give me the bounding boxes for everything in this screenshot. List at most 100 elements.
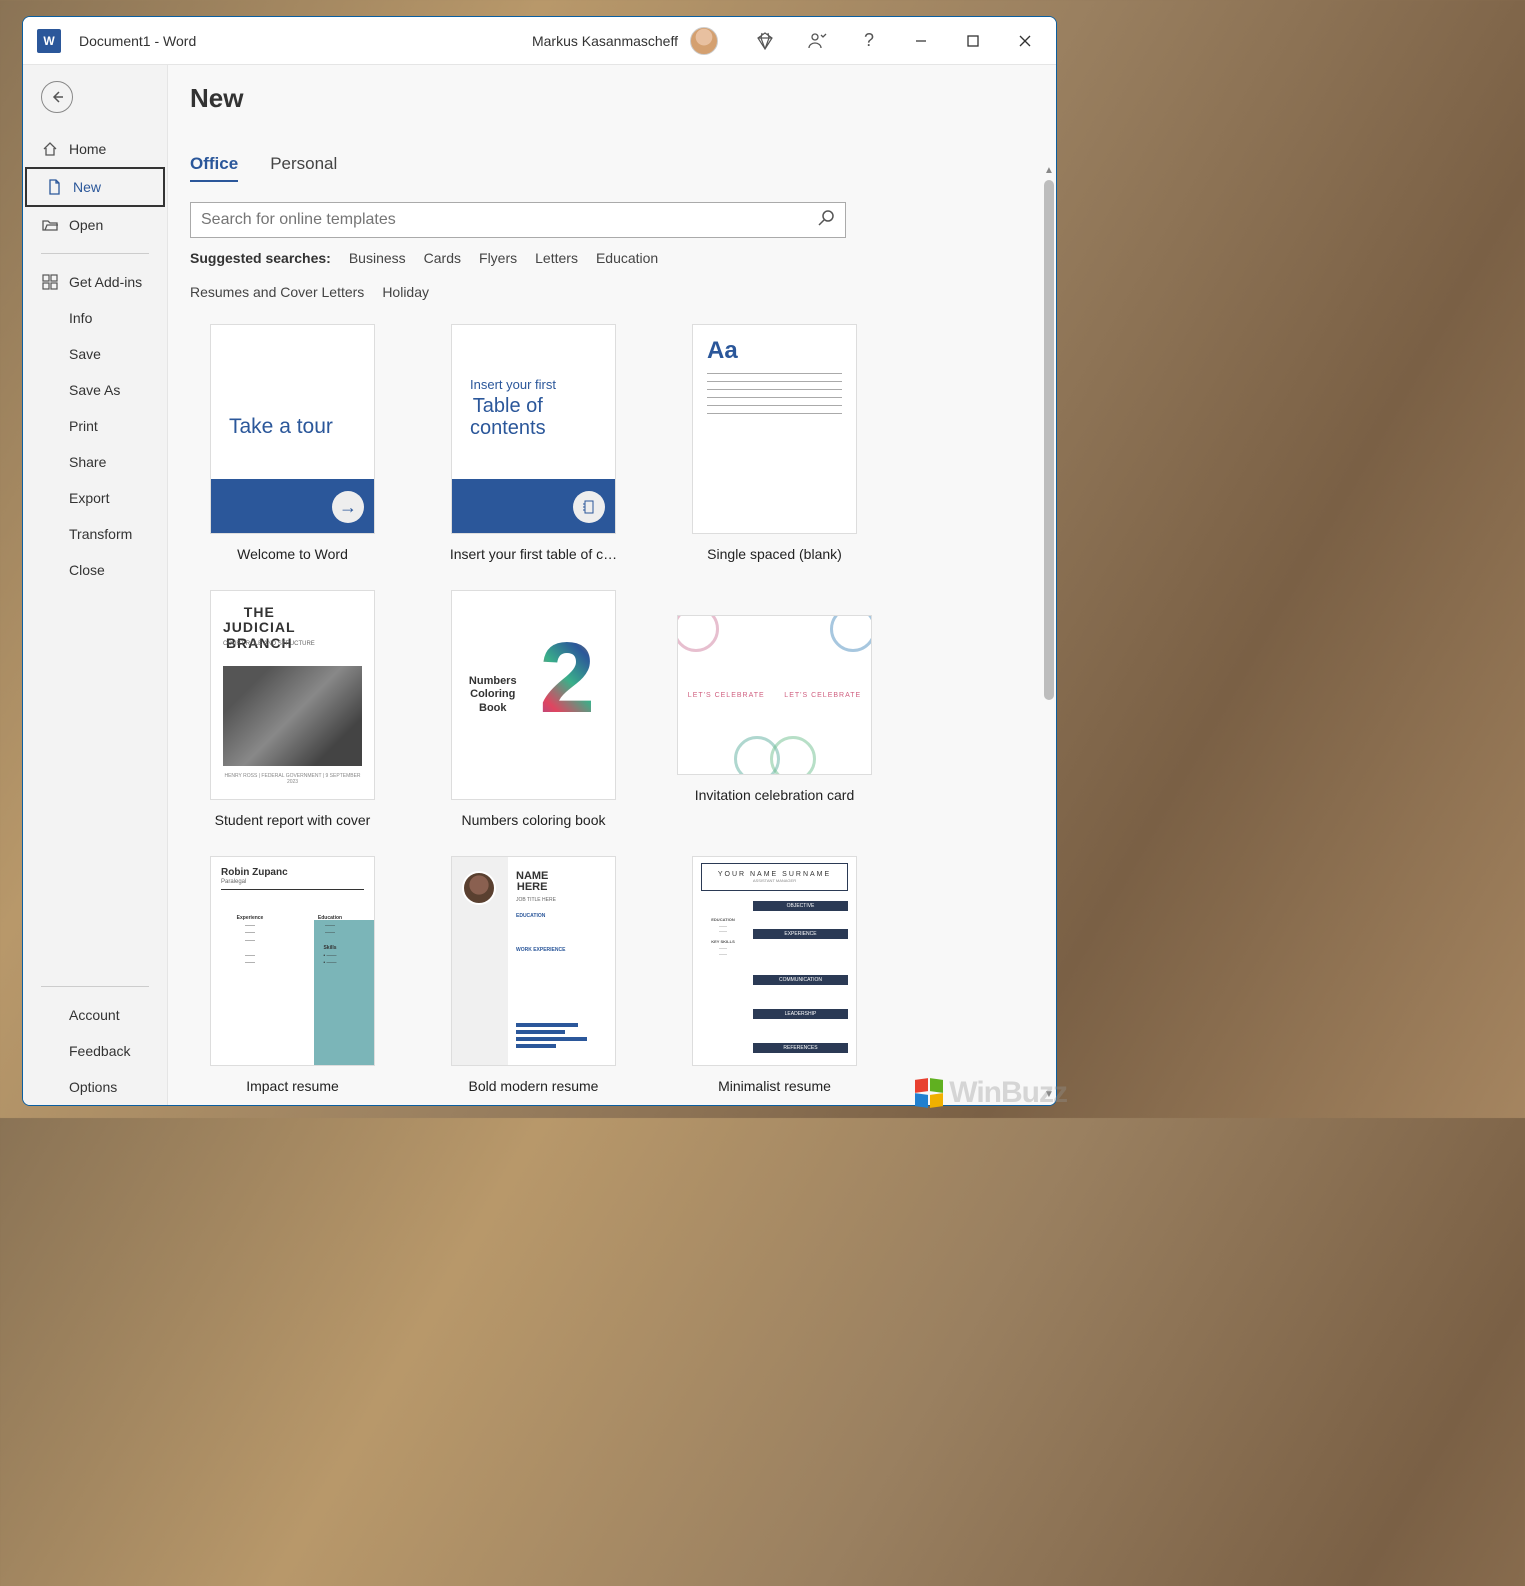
folder-icon: [41, 217, 59, 233]
template-label: Invitation celebration card: [672, 787, 877, 803]
suggested-link[interactable]: Business: [349, 250, 406, 266]
sidebar-item-open[interactable]: Open: [23, 207, 167, 243]
template-label: Minimalist resume: [672, 1078, 877, 1094]
sidebar-item-save-as[interactable]: Save As: [23, 372, 167, 408]
template-single-spaced-blank[interactable]: Aa Single spaced (blank): [672, 324, 877, 562]
sidebar-item-home[interactable]: Home: [23, 131, 167, 167]
titlebar: W Document1 - Word Markus Kasanmascheff …: [23, 17, 1056, 65]
minimize-button[interactable]: [898, 18, 944, 64]
avatar-icon: [462, 871, 496, 905]
template-label: Welcome to Word: [190, 546, 395, 562]
suggested-link[interactable]: Holiday: [382, 284, 429, 300]
template-thumbnail: Insert your first Table of contents: [451, 324, 616, 534]
sidebar-item-label: Get Add-ins: [69, 274, 142, 290]
template-bold-modern-resume[interactable]: NAME HERE JOB TITLE HERE EDUCATION WORK …: [431, 856, 636, 1094]
thumb-text: Take a tour: [229, 415, 333, 439]
sidebar-item-options[interactable]: Options: [23, 1069, 167, 1105]
tabs: Office Personal: [190, 154, 1036, 182]
suggested-link[interactable]: Cards: [424, 250, 461, 266]
watermark-icon: [915, 1079, 943, 1107]
document-title: Document1 - Word: [79, 33, 196, 49]
template-invitation-card[interactable]: LET'S CELEBRATE LET'S CELEBRATE Invitati…: [672, 590, 877, 828]
thumb-text: OBJECTIVE: [753, 901, 848, 911]
sidebar-item-feedback[interactable]: Feedback: [23, 1033, 167, 1069]
tab-personal[interactable]: Personal: [270, 154, 337, 182]
template-thumbnail: YOUR NAME SURNAME ASSISTANT MANAGER OBJE…: [692, 856, 857, 1066]
search-icon[interactable]: [817, 209, 835, 232]
close-button[interactable]: [1002, 18, 1048, 64]
user-avatar[interactable]: [690, 27, 718, 55]
sidebar-item-account[interactable]: Account: [23, 997, 167, 1033]
template-thumbnail: Robin Zupanc Paralegal Experience———————…: [210, 856, 375, 1066]
thumb-text: ASSISTANT MANAGER: [753, 878, 796, 883]
person-icon[interactable]: [794, 18, 840, 64]
template-welcome-to-word[interactable]: Take a tour → Welcome to Word: [190, 324, 395, 562]
template-thumbnail: THE JUDICIAL BRANCH COURT ROLE AND STRUC…: [210, 590, 375, 800]
sidebar-item-get-addins[interactable]: Get Add-ins: [23, 264, 167, 300]
thumb-text: Education————Skills• ——• ——: [301, 915, 359, 968]
addins-icon: [41, 274, 59, 290]
thumb-text: EDUCATION————KEY SKILLS————: [701, 917, 745, 956]
back-button[interactable]: [41, 81, 73, 113]
template-minimalist-resume[interactable]: YOUR NAME SURNAME ASSISTANT MANAGER OBJE…: [672, 856, 877, 1094]
word-logo-icon: W: [37, 29, 61, 53]
thumb-text: LEADERSHIP: [753, 1009, 848, 1019]
template-thumbnail: Aa: [692, 324, 857, 534]
thumb-text: Paralegal: [221, 879, 246, 885]
username-label[interactable]: Markus Kasanmascheff: [532, 33, 678, 49]
thumb-text: Robin Zupanc: [221, 867, 288, 878]
template-label: Single spaced (blank): [672, 546, 877, 562]
document-icon: [45, 179, 63, 195]
template-numbers-coloring[interactable]: Numbers Coloring Book 2 Numbers coloring…: [431, 590, 636, 828]
template-thumbnail: LET'S CELEBRATE LET'S CELEBRATE: [677, 615, 872, 775]
diamond-icon[interactable]: [742, 18, 788, 64]
sidebar-item-export[interactable]: Export: [23, 480, 167, 516]
sidebar-item-print[interactable]: Print: [23, 408, 167, 444]
scrollbar-thumb[interactable]: [1044, 180, 1054, 700]
sidebar-item-close[interactable]: Close: [23, 552, 167, 588]
search-box[interactable]: [190, 202, 846, 238]
template-label: Impact resume: [190, 1078, 395, 1094]
tab-office[interactable]: Office: [190, 154, 238, 182]
sidebar: Home New Open Get Add-ins: [23, 65, 168, 1105]
template-label: Insert your first table of c…: [431, 546, 636, 562]
watermark: WinBuzz: [915, 1076, 1067, 1110]
number-two-icon: 2: [539, 621, 595, 736]
sidebar-item-transform[interactable]: Transform: [23, 516, 167, 552]
arrow-right-icon: →: [332, 491, 364, 523]
sidebar-item-share[interactable]: Share: [23, 444, 167, 480]
suggested-link[interactable]: Resumes and Cover Letters: [190, 284, 364, 300]
template-grid: Take a tour → Welcome to Word Insert you…: [190, 324, 1036, 1094]
thumb-text: Aa: [707, 337, 738, 365]
suggested-label: Suggested searches:: [190, 250, 331, 266]
thumb-text: COMMUNICATION: [753, 975, 848, 985]
template-impact-resume[interactable]: Robin Zupanc Paralegal Experience———————…: [190, 856, 395, 1094]
scroll-up-icon[interactable]: ▲: [1044, 165, 1054, 177]
sidebar-item-new[interactable]: New: [25, 167, 165, 207]
sidebar-item-save[interactable]: Save: [23, 336, 167, 372]
home-icon: [41, 141, 59, 157]
sidebar-item-label: Home: [69, 141, 106, 157]
maximize-button[interactable]: [950, 18, 996, 64]
template-insert-toc[interactable]: Insert your first Table of contents Inse…: [431, 324, 636, 562]
suggested-link[interactable]: Letters: [535, 250, 578, 266]
divider: [41, 986, 149, 987]
template-student-report[interactable]: THE JUDICIAL BRANCH COURT ROLE AND STRUC…: [190, 590, 395, 828]
thumb-text: HENRY ROSS | FEDERAL GOVERNMENT | 9 SEPT…: [223, 773, 362, 785]
thumb-text: JOB TITLE HERE: [516, 897, 556, 903]
suggested-link[interactable]: Education: [596, 250, 658, 266]
help-icon[interactable]: ?: [846, 18, 892, 64]
search-input[interactable]: [201, 211, 817, 229]
suggested-link[interactable]: Flyers: [479, 250, 517, 266]
sidebar-item-info[interactable]: Info: [23, 300, 167, 336]
template-label: Bold modern resume: [431, 1078, 636, 1094]
thumb-text: EXPERIENCE: [753, 929, 848, 939]
thumb-text: Table of contents: [470, 395, 546, 439]
thumb-text: YOUR NAME SURNAME: [718, 871, 831, 878]
template-label: Numbers coloring book: [431, 812, 636, 828]
divider: [41, 253, 149, 254]
thumb-text: LET'S CELEBRATE: [784, 692, 861, 699]
thumb-text: LET'S CELEBRATE: [688, 692, 765, 699]
thumb-text: Experience——————————: [221, 915, 279, 968]
template-label: Student report with cover: [190, 812, 395, 828]
